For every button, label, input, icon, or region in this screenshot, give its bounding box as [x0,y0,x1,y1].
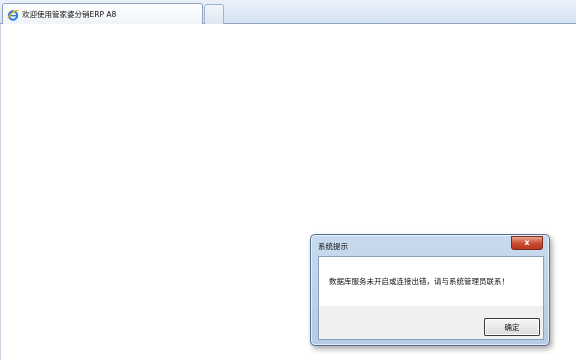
message-area: 数据库服务未开启或连接出错，请与系统管理员联系！ [319,257,543,306]
dialog-title: 系统提示 [318,242,348,251]
browser-tab-active[interactable]: 欢迎使用管家婆分销ERP A8 [2,3,203,25]
browser-tab-strip: 欢迎使用管家婆分销ERP A8 [0,0,576,25]
system-alert-dialog: 系统提示 x 数据库服务未开启或连接出错，请与系统管理员联系！ 确定 [310,234,550,346]
ie-icon [7,9,19,21]
ok-button[interactable]: 确定 [484,318,540,336]
new-tab-button[interactable] [204,4,224,24]
dialog-message: 数据库服务未开启或连接出错，请与系统管理员联系！ [329,277,509,286]
close-button[interactable]: x [511,236,543,250]
dialog-body: 数据库服务未开启或连接出错，请与系统管理员联系！ 确定 [318,256,544,340]
tab-title: 欢迎使用管家婆分销ERP A8 [22,10,117,19]
close-icon: x [524,238,530,247]
